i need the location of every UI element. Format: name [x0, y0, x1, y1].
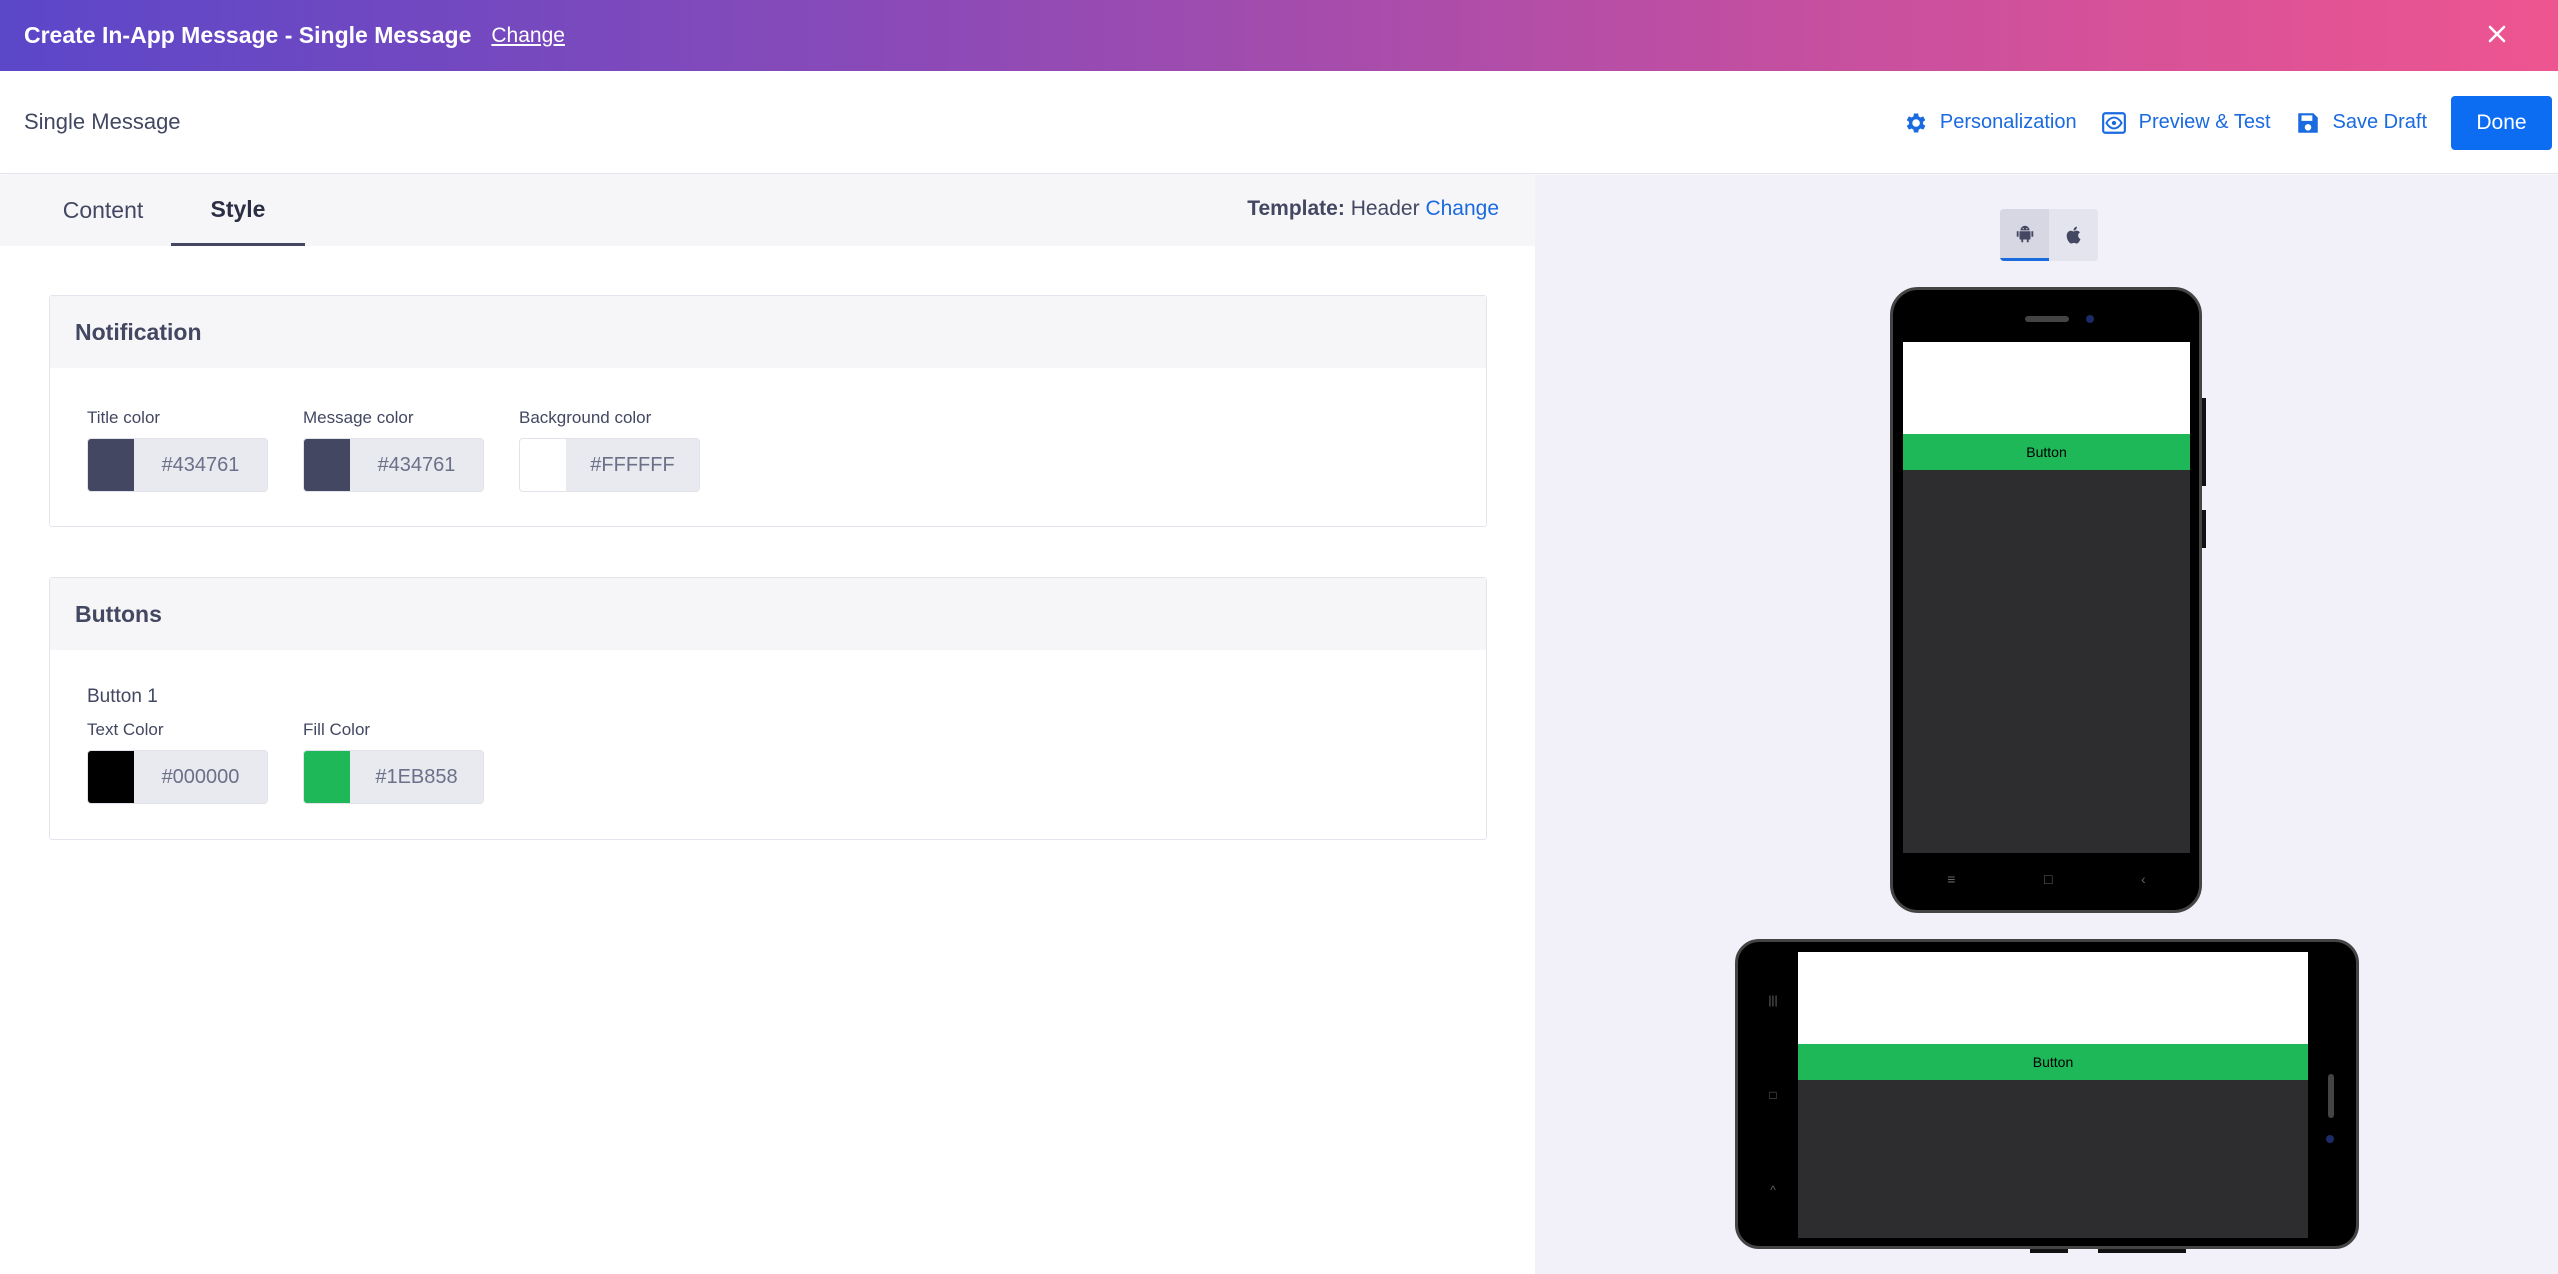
phone-camera [2326, 1135, 2334, 1143]
message-color-swatch[interactable] [304, 439, 350, 491]
phone-screen: Button [1903, 342, 2190, 853]
editor-panel: Content Style Template: Header Change No… [0, 175, 1535, 1274]
fill-color-field: Fill Color #1EB858 [303, 720, 484, 804]
button1-label: Button 1 [87, 686, 158, 707]
text-color-swatch[interactable] [88, 751, 134, 803]
menu-icon: ≡ [1947, 871, 1956, 887]
personalization-button[interactable]: Personalization [1902, 110, 2077, 136]
message-button-preview: Button [1903, 434, 2190, 470]
home-icon: □ [2044, 871, 2053, 887]
apple-icon [2066, 226, 2080, 244]
page-title: Single Message [24, 109, 181, 134]
message-header-area [1798, 952, 2308, 1044]
phone-speaker [2328, 1074, 2334, 1118]
title-color-input[interactable]: #434761 [87, 438, 268, 492]
message-color-hex[interactable]: #434761 [350, 439, 483, 491]
text-color-field: Text Color #000000 [87, 720, 268, 804]
tab-content[interactable]: Content [30, 175, 176, 246]
template-label: Template: [1247, 197, 1345, 220]
background-color-label: Background color [519, 408, 652, 427]
phone-camera [2086, 315, 2094, 323]
done-button[interactable]: Done [2451, 95, 2552, 150]
phone-side-button [2098, 1249, 2186, 1253]
message-color-field: Message color #434761 [303, 408, 484, 492]
back-icon: ^ [1770, 1183, 1776, 1198]
title-color-hex[interactable]: #434761 [134, 439, 267, 491]
os-toggle [2000, 209, 2098, 261]
home-icon: □ [1769, 1087, 1777, 1102]
tab-style[interactable]: Style [171, 175, 305, 246]
text-color-label: Text Color [87, 720, 164, 739]
background-color-input[interactable]: #FFFFFF [519, 438, 700, 492]
background-color-swatch[interactable] [520, 439, 566, 491]
save-draft-button[interactable]: Save Draft [2295, 110, 2427, 136]
save-icon [2297, 112, 2318, 133]
text-color-hex[interactable]: #000000 [134, 751, 267, 803]
window-title: Create In-App Message - Single Message [24, 22, 472, 48]
message-color-input[interactable]: #434761 [303, 438, 484, 492]
phone-side-button [2202, 398, 2206, 486]
fill-color-label: Fill Color [303, 720, 371, 739]
change-type-link[interactable]: Change [491, 24, 565, 48]
template-change-link[interactable]: Change [1425, 197, 1499, 220]
phone-nav-bar: ||| □ ^ [1758, 952, 1788, 1238]
template-info: Template: Header Change [1247, 197, 1499, 221]
buttons-card: Buttons Button 1 Text Color #000000 Fill… [49, 577, 1487, 840]
fill-color-swatch[interactable] [304, 751, 350, 803]
phone-portrait-preview: Button ≡ □ ‹ [1890, 287, 2206, 913]
tabs-bar: Content Style Template: Header Change [0, 175, 1535, 246]
title-color-swatch[interactable] [88, 439, 134, 491]
menu-icon: ||| [1768, 992, 1778, 1007]
close-icon[interactable] [2482, 19, 2512, 49]
phone-screen: Button [1798, 952, 2308, 1238]
sub-header: Single Message Personalization Preview &… [0, 71, 2558, 174]
phone-speaker [2025, 316, 2069, 322]
notification-heading: Notification [50, 296, 1486, 368]
phone-side-button [2030, 1249, 2068, 1253]
template-value: Header [1350, 197, 1420, 220]
back-icon: ‹ [2141, 871, 2146, 887]
eye-icon [2101, 111, 2126, 134]
android-toggle[interactable] [2000, 209, 2049, 261]
fill-color-input[interactable]: #1EB858 [303, 750, 484, 804]
preview-test-label: Preview & Test [2138, 111, 2271, 133]
phone-landscape-preview: ||| □ ^ Button [1735, 939, 2359, 1253]
message-header-area [1903, 342, 2190, 434]
message-color-label: Message color [303, 408, 414, 427]
buttons-heading: Buttons [50, 578, 1486, 650]
title-color-field: Title color #434761 [87, 408, 268, 492]
fill-color-hex[interactable]: #1EB858 [350, 751, 483, 803]
phone-nav-bar: ≡ □ ‹ [1903, 864, 2190, 894]
message-button-preview: Button [1798, 1044, 2308, 1080]
save-draft-label: Save Draft [2332, 111, 2427, 133]
top-bar: Create In-App Message - Single Message C… [0, 0, 2558, 71]
header-actions: Personalization Preview & Test Save Draf… [1902, 71, 2558, 174]
preview-test-button[interactable]: Preview & Test [2101, 110, 2271, 136]
background-color-field: Background color #FFFFFF [519, 408, 700, 492]
notification-card: Notification Title color #434761 Message… [49, 295, 1487, 527]
title-color-label: Title color [87, 408, 161, 427]
android-icon [2016, 225, 2033, 242]
phone-side-button [2202, 510, 2206, 548]
apple-toggle[interactable] [2049, 209, 2098, 261]
preview-panel: Button ≡ □ ‹ ||| □ ^ Button [1535, 175, 2558, 1274]
personalization-label: Personalization [1939, 111, 2077, 133]
gear-icon [1906, 112, 1926, 133]
background-color-hex[interactable]: #FFFFFF [566, 439, 699, 491]
text-color-input[interactable]: #000000 [87, 750, 268, 804]
